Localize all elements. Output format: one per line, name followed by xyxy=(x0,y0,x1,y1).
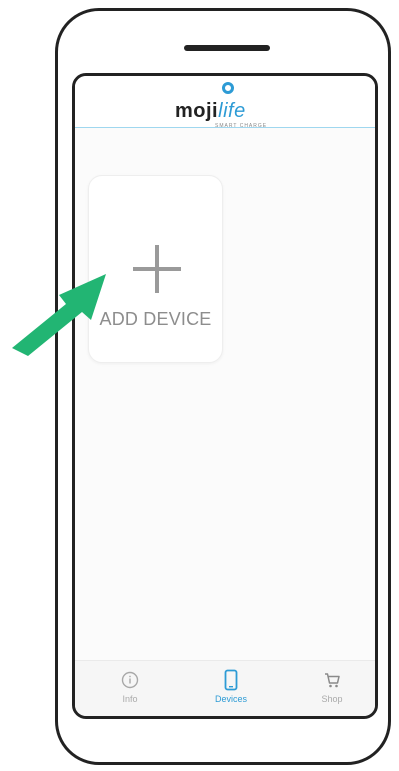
logo-main: moji xyxy=(175,100,219,122)
phone-frame: mojilife SMART CHARGE ADD DEVICE Info De… xyxy=(55,8,391,765)
nav-item-shop[interactable]: Shop xyxy=(297,669,367,704)
info-icon xyxy=(95,669,165,691)
nav-label-shop: Shop xyxy=(321,694,343,704)
logo-accent: life xyxy=(218,100,246,122)
mojilife-logo: mojilife SMART CHARGE xyxy=(175,82,285,129)
cart-icon xyxy=(297,669,367,691)
nav-item-devices[interactable]: Devices xyxy=(196,669,266,704)
nav-label-devices: Devices xyxy=(214,694,247,704)
logo-wordmark: mojilife xyxy=(175,100,246,123)
logo-ring-icon xyxy=(222,82,234,94)
green-arrow-icon xyxy=(12,274,106,356)
phone-speaker xyxy=(184,45,270,51)
nav-label-info: Info xyxy=(122,694,138,704)
nav-item-info[interactable]: Info xyxy=(95,669,165,704)
plus-icon xyxy=(155,245,159,293)
device-icon xyxy=(196,669,266,691)
logo-tagline: SMART CHARGE xyxy=(215,123,268,129)
phone-screen: mojilife SMART CHARGE ADD DEVICE Info De… xyxy=(72,73,378,719)
app-header: mojilife SMART CHARGE xyxy=(75,76,375,129)
bottom-nav: Info Devices Shop xyxy=(75,660,375,716)
